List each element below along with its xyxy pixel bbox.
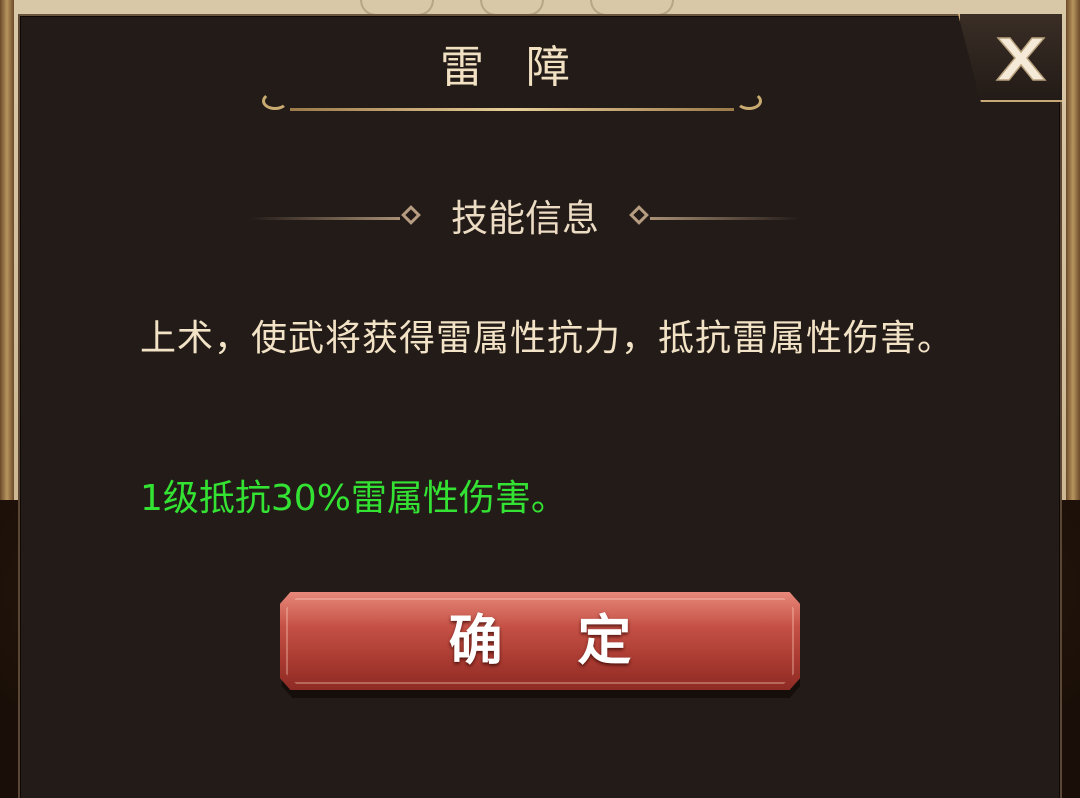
confirm-button-label: 确 定: [448, 609, 660, 672]
background-frame-left: [0, 0, 14, 520]
section-divider-left: [250, 217, 400, 220]
game-scene: 雷 障 技能信息 上术，使武将获得雷属性抗力，抵抗雷属性伤害。 1级抵抗30%雷…: [0, 0, 1080, 798]
title-underline: [290, 108, 734, 111]
skill-level-effect: 1级抵抗30%雷属性伤害。: [140, 478, 567, 519]
background-frame-right: [1066, 0, 1080, 520]
section-divider-right: [650, 217, 800, 220]
dialog-header: 雷 障: [262, 28, 762, 114]
section-title: 技能信息: [451, 197, 599, 240]
skill-description: 上术，使武将获得雷属性抗力，抵抗雷属性伤害。: [140, 318, 955, 359]
section-header: 技能信息: [250, 188, 800, 248]
close-x-icon: [995, 37, 1047, 81]
diamond-ornament-icon: [401, 205, 421, 225]
diamond-ornament-icon: [629, 205, 649, 225]
dialog-title: 雷 障: [440, 42, 584, 93]
title-ornament-left: [262, 92, 288, 110]
title-ornament-right: [736, 92, 762, 110]
confirm-button[interactable]: 确 定: [280, 592, 800, 698]
